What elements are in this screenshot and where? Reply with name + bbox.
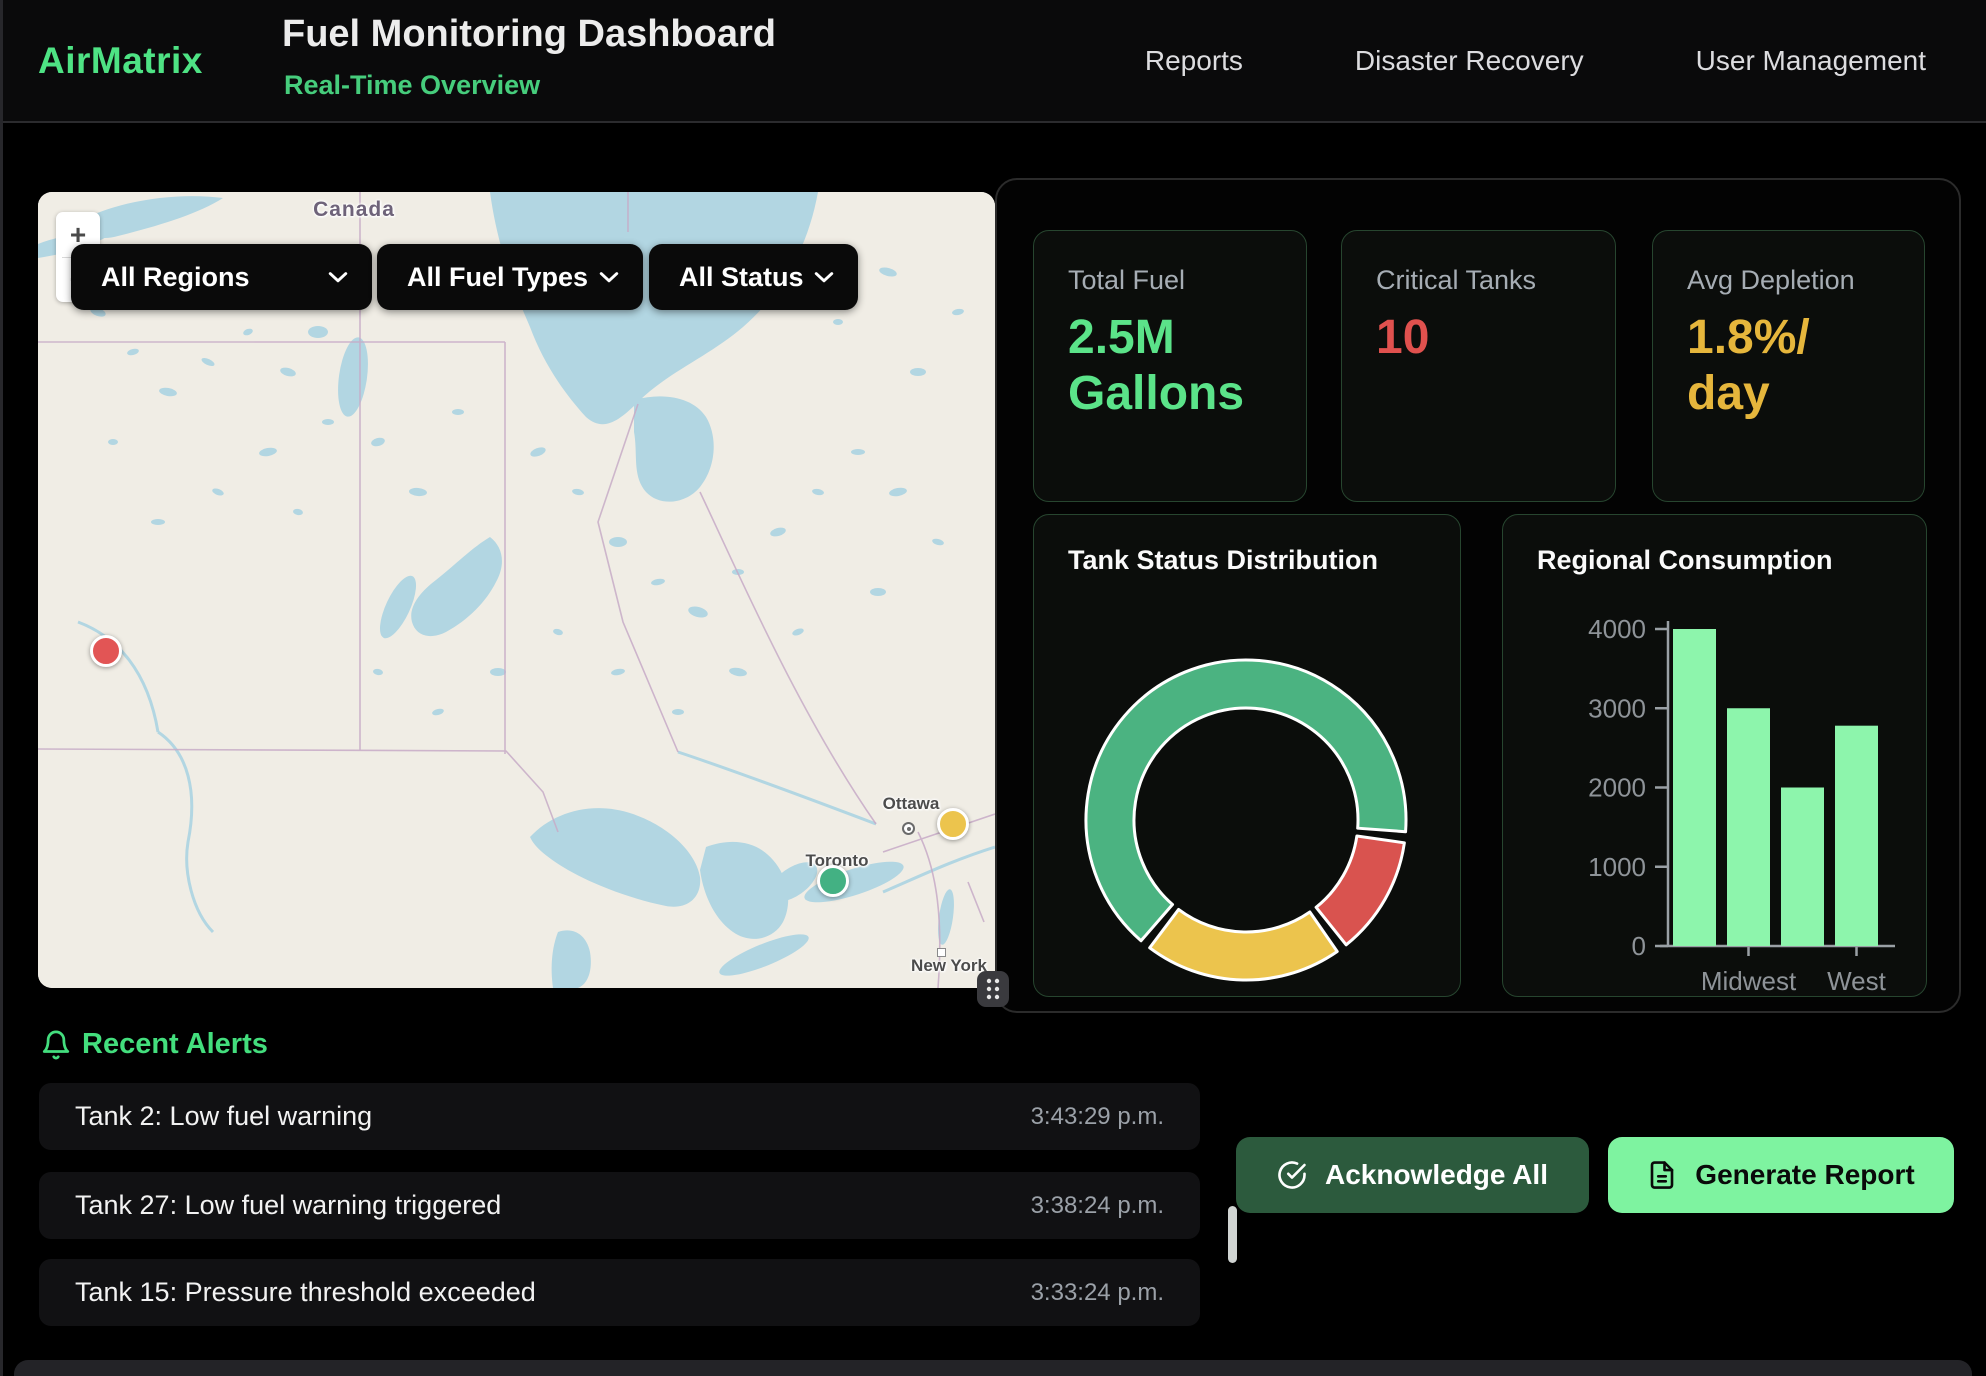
acknowledge-all-button[interactable]: Acknowledge All — [1236, 1137, 1589, 1213]
recent-alerts-heading: Recent Alerts — [82, 1028, 268, 1061]
alert-row[interactable]: Tank 2: Low fuel warning 3:43:29 p.m. — [39, 1083, 1200, 1150]
svg-text:West: West — [1827, 966, 1887, 996]
svg-text:3000: 3000 — [1588, 693, 1646, 723]
tank-status-distribution-card: Tank Status Distribution — [1033, 514, 1461, 997]
tank-marker-normal[interactable] — [817, 865, 849, 897]
svg-text:4000: 4000 — [1588, 614, 1646, 644]
new-york-town-marker-icon — [937, 948, 946, 957]
nav-item-reports[interactable]: Reports — [1145, 45, 1243, 77]
alert-text: Tank 2: Low fuel warning — [75, 1101, 372, 1132]
alert-timestamp: 3:43:29 p.m. — [1031, 1103, 1164, 1131]
chevron-down-icon — [814, 271, 858, 284]
status-filter-select[interactable]: All Status — [649, 244, 858, 310]
svg-text:2000: 2000 — [1588, 773, 1646, 803]
nav-item-disaster-recovery[interactable]: Disaster Recovery — [1355, 45, 1584, 77]
nav-item-user-management[interactable]: User Management — [1696, 45, 1926, 77]
ottawa-town-marker-icon — [902, 822, 915, 835]
page-title: Fuel Monitoring Dashboard — [282, 13, 776, 56]
stat-value: 10 — [1376, 310, 1615, 366]
alert-row[interactable]: Tank 27: Low fuel warning triggered 3:38… — [39, 1172, 1200, 1239]
alert-row[interactable]: Tank 15: Pressure threshold exceeded 3:3… — [39, 1259, 1200, 1326]
chart-title: Tank Status Distribution — [1068, 545, 1378, 576]
check-circle-icon — [1277, 1160, 1307, 1190]
svg-text:0: 0 — [1632, 931, 1646, 961]
alerts-scrollbar-thumb[interactable] — [1228, 1206, 1237, 1263]
tank-marker-critical[interactable] — [90, 635, 122, 667]
stat-card-critical-tanks: Critical Tanks 10 — [1341, 230, 1616, 502]
bell-icon — [40, 1028, 72, 1062]
stat-label: Avg Depletion — [1687, 265, 1924, 296]
bottom-window-strip — [14, 1360, 1972, 1376]
file-text-icon — [1647, 1160, 1677, 1190]
region-filter-select[interactable]: All Regions — [71, 244, 372, 310]
tank-status-donut-chart — [1034, 587, 1462, 987]
chevron-down-icon — [328, 271, 372, 284]
stat-card-avg-depletion: Avg Depletion 1.8%/day — [1652, 230, 1925, 502]
alert-text: Tank 15: Pressure threshold exceeded — [75, 1277, 536, 1308]
svg-text:Midwest: Midwest — [1701, 966, 1797, 996]
window-edge — [0, 0, 3, 1376]
regional-consumption-bar-chart: 0 1000 2000 3000 4000 Midwest West — [1503, 515, 1928, 998]
map-panel[interactable]: Canada Ottawa Toronto New York + − All R… — [38, 192, 995, 988]
regional-consumption-card: Regional Consumption 01000200030004000Mi… — [1502, 514, 1927, 997]
alert-timestamp: 3:33:24 p.m. — [1031, 1279, 1164, 1307]
map-label-canada: Canada — [308, 198, 400, 222]
stat-label: Critical Tanks — [1376, 265, 1615, 296]
alert-text: Tank 27: Low fuel warning triggered — [75, 1190, 501, 1221]
tank-marker-warning[interactable] — [937, 808, 969, 840]
generate-report-button[interactable]: Generate Report — [1608, 1137, 1954, 1213]
stat-label: Total Fuel — [1068, 265, 1306, 296]
chevron-down-icon — [599, 271, 643, 284]
fuel-type-filter-select[interactable]: All Fuel Types — [377, 244, 643, 310]
stat-card-total-fuel: Total Fuel 2.5MGallons — [1033, 230, 1307, 502]
alert-timestamp: 3:38:24 p.m. — [1031, 1192, 1164, 1220]
stat-value: 1.8%/day — [1687, 310, 1924, 422]
grip-dots-icon — [982, 976, 1004, 1002]
svg-text:1000: 1000 — [1588, 852, 1646, 882]
dashboard-root: AirMatrix Fuel Monitoring Dashboard Real… — [0, 0, 1986, 1376]
map-resize-handle[interactable] — [977, 971, 1009, 1007]
stat-value: 2.5MGallons — [1068, 310, 1306, 422]
header-bar: AirMatrix Fuel Monitoring Dashboard Real… — [0, 0, 1986, 123]
main-nav: Reports Disaster Recovery User Managemen… — [1145, 0, 1926, 121]
brand-logo: AirMatrix — [38, 40, 203, 82]
page-subtitle: Real-Time Overview — [284, 70, 540, 101]
metrics-panel: Total Fuel 2.5MGallons Critical Tanks 10… — [995, 178, 1961, 1013]
